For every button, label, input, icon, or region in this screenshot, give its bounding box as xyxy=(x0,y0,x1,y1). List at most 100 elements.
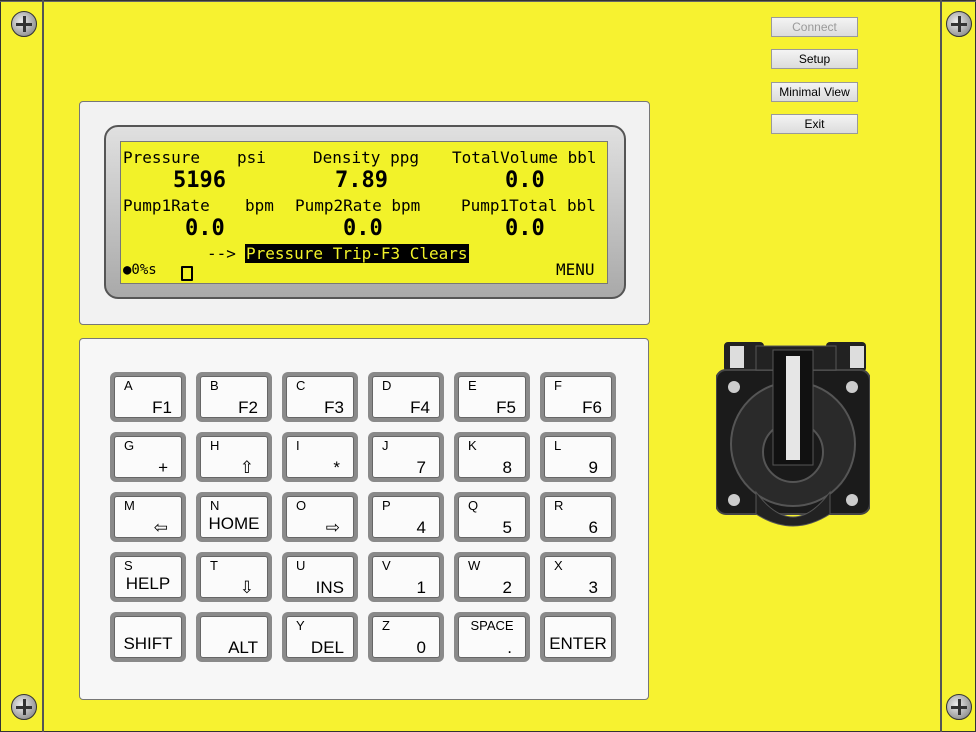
key-primary-label: 7 xyxy=(416,458,426,477)
key-6[interactable]: R6 xyxy=(540,492,616,542)
key-primary-label: F3 xyxy=(324,398,344,417)
key--[interactable]: M ⇦ xyxy=(110,492,186,542)
key-secondary-label: G xyxy=(124,438,135,453)
key-secondary-label: N xyxy=(210,498,220,513)
key-secondary-label: J xyxy=(382,438,389,453)
pressure-unit: psi xyxy=(237,148,266,167)
screw-icon xyxy=(946,11,972,37)
key-2[interactable]: W2 xyxy=(454,552,530,602)
key-secondary-label: U xyxy=(296,558,306,573)
panel-edge xyxy=(42,0,44,732)
panel-edge xyxy=(0,1,976,2)
key--[interactable]: T ⇩ xyxy=(196,552,272,602)
key-primary-label: 0 xyxy=(416,638,426,657)
key-8[interactable]: K8 xyxy=(454,432,530,482)
key-shift[interactable]: SHIFT xyxy=(110,612,186,662)
exit-button[interactable]: Exit xyxy=(771,114,858,134)
key-primary-label: 4 xyxy=(416,518,426,537)
key-ins[interactable]: U INS xyxy=(282,552,358,602)
pump1-rate-unit: bpm xyxy=(245,196,274,215)
key-primary-label: F5 xyxy=(496,398,516,417)
pump1-rate-value: 0.0 xyxy=(185,216,225,241)
key-primary-label: HOME xyxy=(208,514,260,533)
key-home[interactable]: N HOME xyxy=(196,492,272,542)
key-secondary-label: X xyxy=(554,558,563,573)
key-4[interactable]: P4 xyxy=(368,492,444,542)
key-secondary-label: SPACE xyxy=(470,618,514,633)
screw-icon xyxy=(946,694,972,720)
key-f1[interactable]: A F1 xyxy=(110,372,186,422)
key-primary-label: + xyxy=(158,458,168,477)
key-secondary-label: V xyxy=(382,558,391,573)
key-help[interactable]: S HELP xyxy=(110,552,186,602)
key-secondary-label: H xyxy=(210,438,220,453)
key-secondary-label: A xyxy=(124,378,133,393)
key-secondary-label: E xyxy=(468,378,477,393)
key-secondary-label: L xyxy=(554,438,562,453)
key-primary-label: 5 xyxy=(502,518,512,537)
key-primary-label: F4 xyxy=(410,398,430,417)
key-primary-label: 8 xyxy=(502,458,512,477)
key-primary-label: ⇩ xyxy=(239,578,254,597)
key--[interactable]: G + xyxy=(110,432,186,482)
key--[interactable]: I * xyxy=(282,432,358,482)
connector-port-icon xyxy=(716,342,870,527)
key-alt[interactable]: ALT xyxy=(196,612,272,662)
key-primary-label: . xyxy=(507,638,512,657)
battery-icon xyxy=(181,266,193,281)
key-primary-label: F1 xyxy=(152,398,172,417)
status-indicator: ●0%s xyxy=(123,262,157,278)
key-f4[interactable]: D F4 xyxy=(368,372,444,422)
key-primary-label: ⇦ xyxy=(153,518,168,537)
connect-button[interactable]: Connect xyxy=(771,17,858,37)
pump2-rate-value: 0.0 xyxy=(343,216,383,241)
key--[interactable]: SPACE. xyxy=(454,612,530,662)
key-primary-label: 2 xyxy=(502,578,512,597)
key-secondary-label: F xyxy=(554,378,562,393)
pump1-rate-label: Pump1Rate xyxy=(123,196,210,215)
key-enter[interactable]: ENTER xyxy=(540,612,616,662)
key-secondary-label: S xyxy=(124,558,133,573)
pump1-total-label: Pump1Total bbl xyxy=(461,196,596,215)
key-secondary-label: Q xyxy=(468,498,479,513)
message-arrow: --> xyxy=(207,244,236,263)
key-secondary-label: R xyxy=(554,498,564,513)
minimal-view-button[interactable]: Minimal View xyxy=(771,82,858,102)
key-f5[interactable]: E F5 xyxy=(454,372,530,422)
key-1[interactable]: V1 xyxy=(368,552,444,602)
key-primary-label: 3 xyxy=(588,578,598,597)
key-primary-label: SHIFT xyxy=(123,634,173,653)
key-primary-label: ⇨ xyxy=(325,518,340,537)
pump1-total-value: 0.0 xyxy=(505,216,545,241)
key-primary-label: 9 xyxy=(588,458,598,477)
key-secondary-label: C xyxy=(296,378,306,393)
key-primary-label: ⇧ xyxy=(239,458,254,477)
key-secondary-label: P xyxy=(382,498,391,513)
key-primary-label: * xyxy=(333,458,340,477)
setup-button[interactable]: Setup xyxy=(771,49,858,69)
key-7[interactable]: J7 xyxy=(368,432,444,482)
screw-icon xyxy=(11,694,37,720)
lcd-display: Pressure psi Density ppg TotalVolume bbl… xyxy=(120,141,608,284)
key-9[interactable]: L9 xyxy=(540,432,616,482)
key-secondary-label: Y xyxy=(296,618,305,633)
pump2-rate-label: Pump2Rate bpm xyxy=(295,196,421,215)
key-secondary-label: K xyxy=(468,438,477,453)
key-primary-label: INS xyxy=(315,578,344,597)
key-f3[interactable]: C F3 xyxy=(282,372,358,422)
total-volume-label: TotalVolume bbl xyxy=(452,148,597,167)
key-secondary-label: T xyxy=(210,558,218,573)
key-primary-label: 6 xyxy=(588,518,598,537)
key-f2[interactable]: B F2 xyxy=(196,372,272,422)
key--[interactable]: H ⇧ xyxy=(196,432,272,482)
key--[interactable]: O ⇨ xyxy=(282,492,358,542)
key-primary-label: ENTER xyxy=(549,634,607,653)
screw-icon xyxy=(11,11,37,37)
key-0[interactable]: Z0 xyxy=(368,612,444,662)
key-primary-label: DEL xyxy=(310,638,344,657)
density-label: Density ppg xyxy=(313,148,419,167)
key-5[interactable]: Q5 xyxy=(454,492,530,542)
key-del[interactable]: Y DEL xyxy=(282,612,358,662)
key-3[interactable]: X3 xyxy=(540,552,616,602)
key-f6[interactable]: F F6 xyxy=(540,372,616,422)
